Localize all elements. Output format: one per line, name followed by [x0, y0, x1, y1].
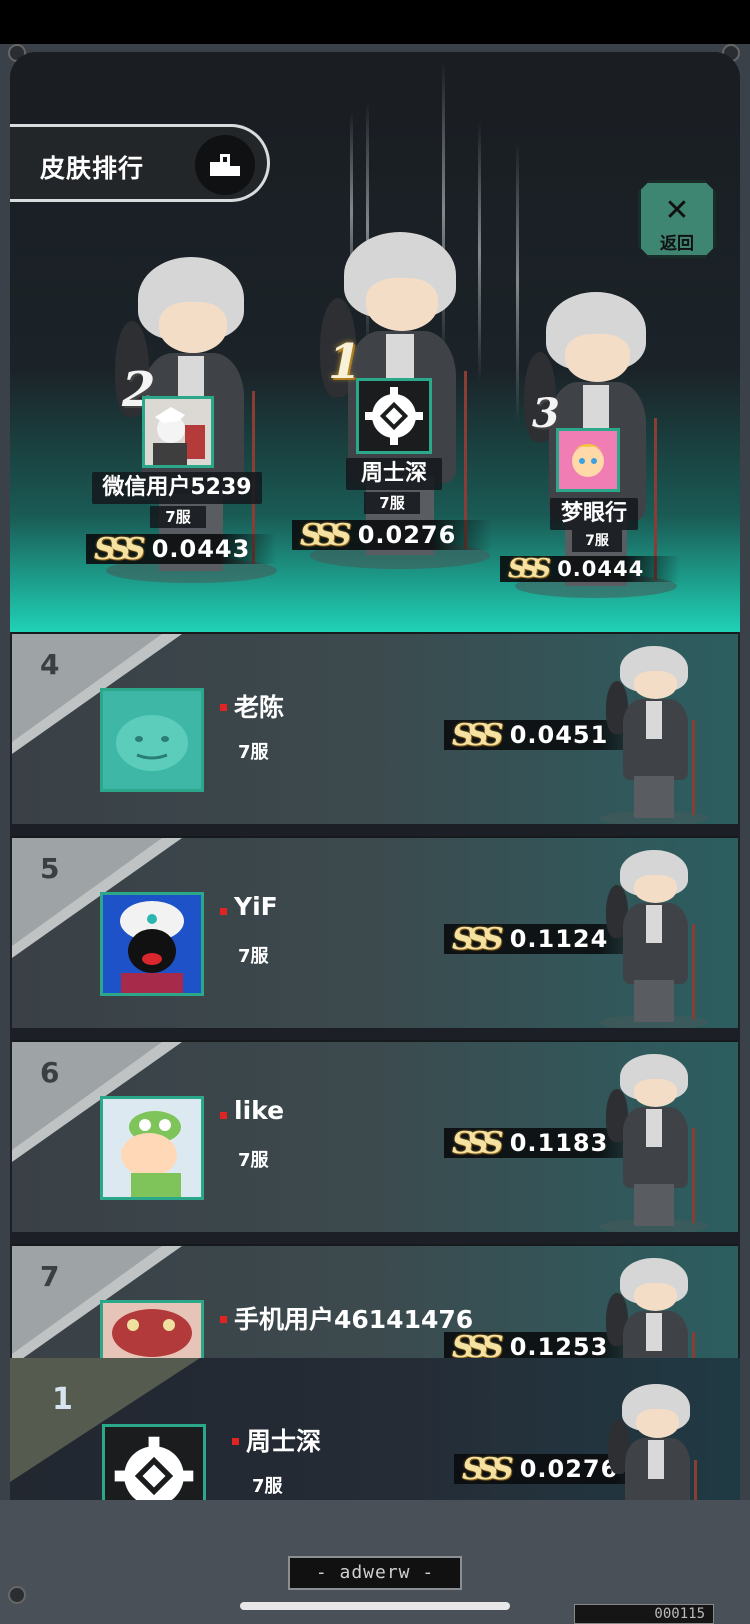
game-frame: 皮肤排行 ✕ 返回 1 周士深 7服 SSS 0.0276 2 微信用户5239… — [0, 44, 750, 1624]
screw-icon — [8, 1586, 26, 1604]
back-button-label: 返回 — [660, 234, 694, 254]
device-label: - adwerw - — [288, 1556, 462, 1590]
server-label: 7服 — [238, 742, 269, 763]
server-label: 7服 — [238, 946, 269, 967]
sss-grade-icon: SSS — [452, 921, 504, 957]
list-item[interactable]: 5 YiF 7服 SSS 0.1124 — [12, 836, 738, 1028]
player-name: YiF — [234, 892, 278, 921]
avatar[interactable] — [100, 1096, 204, 1200]
podium-avatar-3[interactable] — [556, 428, 620, 492]
podium-score-2: SSS 0.0443 — [86, 531, 276, 567]
avatar-image — [103, 691, 201, 789]
back-button[interactable]: ✕ 返回 — [638, 180, 716, 258]
my-server-label: 7服 — [252, 1476, 283, 1497]
rank-number: 7 — [40, 1260, 60, 1293]
page-title: 皮肤排行 — [10, 124, 270, 202]
podium-server-1: 7服 — [364, 492, 420, 514]
skin-character — [594, 850, 714, 1028]
skin-character — [594, 1054, 714, 1232]
avatar-image — [103, 1099, 201, 1197]
avatar-image — [559, 431, 617, 489]
avatar[interactable] — [100, 892, 204, 996]
podium-score-value: 0.0443 — [151, 535, 251, 563]
rank-number: 4 — [40, 648, 60, 681]
skin-character — [594, 646, 714, 824]
sss-grade-icon: SSS — [94, 531, 146, 567]
my-rank-number: 1 — [52, 1382, 73, 1417]
avatar-image — [103, 895, 201, 993]
podium-server-2: 7服 — [150, 506, 206, 528]
podium-score-1: SSS 0.0276 — [292, 517, 492, 553]
podium-avatar-1[interactable] — [356, 378, 432, 454]
sss-grade-icon: SSS — [508, 554, 551, 584]
podium-avatar-2[interactable] — [142, 396, 214, 468]
status-bar — [0, 0, 750, 44]
avatar[interactable] — [100, 688, 204, 792]
gear-icon — [365, 387, 423, 445]
sss-grade-icon: SSS — [462, 1451, 514, 1487]
podium-name-2: 微信用户5239 — [92, 472, 262, 504]
podium-score-value: 0.0444 — [557, 557, 645, 581]
close-x-icon: ✕ — [664, 193, 690, 228]
rank-number: 6 — [40, 1056, 60, 1089]
page-title-text: 皮肤排行 — [40, 154, 145, 183]
sss-grade-icon: SSS — [452, 1125, 504, 1161]
podium-stage: 皮肤排行 ✕ 返回 1 周士深 7服 SSS 0.0276 2 微信用户5239… — [10, 52, 740, 632]
sss-grade-icon: SSS — [300, 517, 352, 553]
list-item[interactable]: 6 like 7服 SSS 0.1183 — [12, 1040, 738, 1232]
podium-score-3: SSS 0.0444 — [500, 554, 680, 584]
my-player-name: 周士深 — [246, 1427, 322, 1456]
server-label: 7服 — [238, 1150, 269, 1171]
podium-score-value: 0.0276 — [357, 521, 457, 549]
player-name: like — [234, 1096, 285, 1125]
leaderboard-panel: 皮肤排行 ✕ 返回 1 周士深 7服 SSS 0.0276 2 微信用户5239… — [10, 52, 740, 1552]
rank-number: 5 — [40, 852, 60, 885]
podium-server-3: 7服 — [572, 530, 622, 552]
podium-icon — [195, 135, 255, 195]
podium-name-3: 梦眼行 — [550, 498, 638, 530]
player-name: 老陈 — [234, 693, 285, 722]
player-name: 手机用户46141476 — [234, 1305, 474, 1334]
list-item[interactable]: 4 老陈 7服 SSS 0.0451 — [12, 632, 738, 824]
sss-grade-icon: SSS — [452, 717, 504, 753]
home-indicator[interactable] — [240, 1602, 510, 1610]
device-counter: 000115 — [574, 1604, 714, 1624]
avatar-image — [145, 399, 211, 465]
podium-name-1: 周士深 — [346, 458, 442, 490]
